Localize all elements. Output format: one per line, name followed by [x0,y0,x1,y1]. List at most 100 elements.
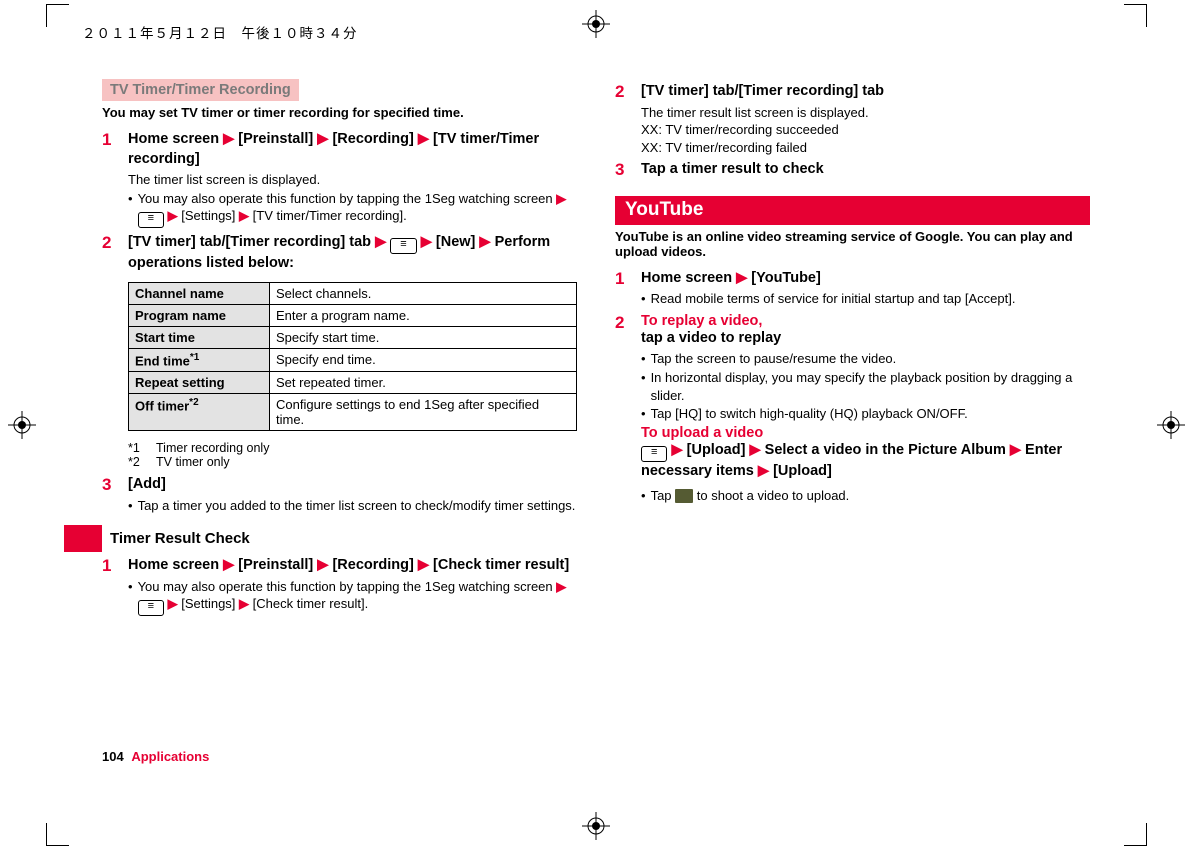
arrow-icon: ▶ [168,596,178,611]
step-title: Home screen ▶ [Preinstall] ▶ [Recording]… [128,130,577,169]
text: [Check timer result] [429,557,569,573]
text: [YouTube] [747,270,821,286]
text: Select a video in the Picture Album [761,442,1010,458]
step-number: 2 [615,82,641,156]
text: [Check timer result]. [249,596,368,611]
table-row: Channel nameSelect channels. [129,282,577,304]
arrow-icon: ▶ [223,131,234,147]
step-title: [TV timer] tab/[Timer recording] tab [641,82,1090,102]
arrow-icon: ▶ [239,596,249,611]
bullet-text: You may also operate this function by ta… [138,190,577,229]
section-intro: YouTube is an online video streaming ser… [615,229,1090,259]
table-row: Program nameEnter a program name. [129,304,577,326]
arrow-icon: ▶ [375,234,386,250]
bullet-text: Tap a timer you added to the timer list … [138,497,577,515]
table-row: Off timer*2Configure settings to end 1Se… [129,394,577,431]
table-key: Program name [129,304,270,326]
section-intro: You may set TV timer or timer recording … [102,105,577,120]
step-desc: The timer list screen is displayed. [128,171,577,189]
arrow-icon: ▶ [749,442,760,458]
text: [Upload] [769,463,832,479]
text: to shoot a video to upload. [697,488,850,503]
crop-mark [46,823,69,846]
text: Home screen [128,557,223,573]
registration-mark-icon [582,812,610,840]
step-desc: The timer result list screen is displaye… [641,104,1090,122]
subsection-heading: Timer Result Check [102,525,250,552]
bullet-text: Tap the screen to pause/resume the video… [651,350,1090,368]
step-desc: XX: TV timer/recording succeeded [641,121,1090,139]
table-row: Start timeSpecify start time. [129,326,577,348]
step: 1 Home screen ▶ [YouTube] Read mobile te… [615,269,1090,309]
footnotes: *1Timer recording only *2TV timer only [128,441,577,469]
text: You may also operate this function by ta… [138,191,557,206]
step-title: [Add] [128,475,577,495]
arrow-icon: ▶ [758,463,769,479]
arrow-icon: ▶ [223,557,234,573]
text: [Preinstall] [234,131,317,147]
step-number: 1 [102,130,128,229]
step: 1 Home screen ▶ [Preinstall] ▶ [Recordin… [102,556,577,617]
upload-sequence: ≡ ▶ [Upload] ▶ Select a video in the Pic… [641,441,1090,482]
table-key: Start time [129,326,270,348]
crop-mark [1124,823,1147,846]
page-footer: 104 Applications [102,749,209,764]
step-title: Tap a timer result to check [641,160,1090,180]
step-number: 3 [102,475,128,515]
step-title: [TV timer] tab/[Timer recording] tab ▶ ≡… [128,233,577,274]
registration-mark-icon [582,10,610,38]
table-key: Off timer*2 [129,394,270,431]
table-key: Repeat setting [129,372,270,394]
table-key: Channel name [129,282,270,304]
step: 2 [TV timer] tab/[Timer recording] tab T… [615,82,1090,156]
arrow-icon: ▶ [421,234,432,250]
table-value: Enter a program name. [270,304,577,326]
arrow-icon: ▶ [418,131,429,147]
text: Home screen [641,270,736,286]
text: [Preinstall] [234,557,317,573]
table-value: Specify end time. [270,348,577,371]
registration-mark-icon [8,411,36,439]
step-desc: XX: TV timer/recording failed [641,139,1090,157]
arrow-icon: ▶ [168,208,178,223]
table-row: End time*1Specify end time. [129,348,577,371]
crop-mark [1124,4,1147,27]
step-number: 2 [615,313,641,506]
step-number: 1 [615,269,641,309]
menu-key-icon: ≡ [641,446,667,462]
step-number: 3 [615,160,641,182]
step-number: 1 [102,556,128,617]
step: 3 Tap a timer result to check [615,160,1090,182]
section-heading: TV Timer/Timer Recording [102,79,299,101]
text: Tap [651,488,676,503]
text: [TV timer/Timer recording]. [249,208,407,223]
table-value: Select channels. [270,282,577,304]
page-section-name: Applications [131,749,209,764]
text: [Upload] [683,442,750,458]
red-subheading: To upload a video [641,425,1090,441]
menu-key-icon: ≡ [138,212,164,228]
footnote-text: Timer recording only [156,441,269,455]
step: 3 [Add] Tap a timer you added to the tim… [102,475,577,515]
step: 2 [TV timer] tab/[Timer recording] tab ▶… [102,233,577,435]
text: [Recording] [328,131,417,147]
text: [TV timer] tab/[Timer recording] tab [128,234,375,250]
red-tab-icon [64,525,102,552]
footnote-label: *2 [128,455,156,469]
arrow-icon: ▶ [556,579,566,594]
arrow-icon: ▶ [736,270,747,286]
settings-table: Channel nameSelect channels.Program name… [128,282,577,431]
arrow-icon: ▶ [317,131,328,147]
table-value: Configure settings to end 1Seg after spe… [270,394,577,431]
bullet-text: Read mobile terms of service for initial… [651,290,1090,308]
step: 2 To replay a video, tap a video to repl… [615,313,1090,506]
arrow-icon: ▶ [671,442,682,458]
table-row: Repeat settingSet repeated timer. [129,372,577,394]
crop-mark [46,4,69,27]
arrow-icon: ▶ [239,208,249,223]
right-column: 2 [TV timer] tab/[Timer recording] tab T… [615,78,1090,621]
table-key: End time*1 [129,348,270,371]
page-number: 104 [102,749,124,764]
table-value: Specify start time. [270,326,577,348]
subsection-row: Timer Result Check [64,525,577,552]
